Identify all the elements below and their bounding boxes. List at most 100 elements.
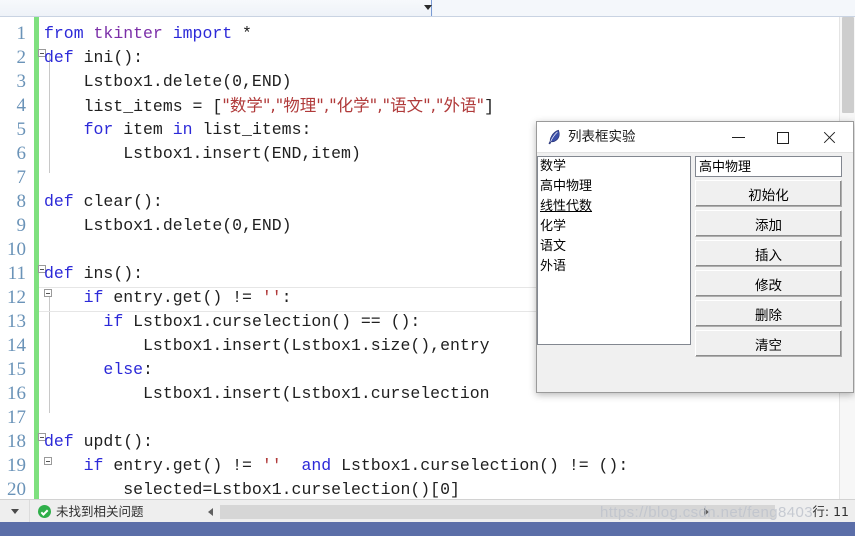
- code-line[interactable]: def clear():: [44, 190, 163, 214]
- maximize-button[interactable]: [761, 122, 806, 152]
- listbox-item[interactable]: 数学: [538, 157, 690, 177]
- navigation-dropdown-right[interactable]: [433, 0, 855, 16]
- tk-window-title: 列表框实验: [568, 129, 636, 145]
- listbox-item[interactable]: 化学: [538, 217, 690, 237]
- code-line[interactable]: if Lstbox1.curselection() == ():: [44, 310, 420, 334]
- code-token: :: [143, 360, 153, 379]
- listbox-item[interactable]: 语文: [538, 237, 690, 257]
- code-token: else: [103, 360, 144, 379]
- code-line[interactable]: list_items = ["数学","物理","化学","语文","外语"]: [44, 94, 494, 118]
- code-token: Lstbox1.insert(Lstbox1.curselection: [44, 384, 490, 403]
- tk-dialog-window[interactable]: 列表框实验 数学 高中物理 线性代数 化学 语文 外语 高中物理 初始化添加插入修改删除清…: [536, 121, 854, 393]
- code-token: if: [83, 456, 114, 475]
- navigation-dropdown-left[interactable]: [0, 0, 432, 16]
- tk-controls-panel: 高中物理 初始化添加插入修改删除清空: [695, 156, 842, 357]
- code-token: def: [44, 432, 84, 451]
- code-token: and: [301, 456, 342, 475]
- line-number: 5: [16, 119, 27, 140]
- status-bar: 未找到相关问题 行: 11: [0, 499, 855, 522]
- ide-window: 1 from tkinter import * 2 def ini(): 3 Lstbo…: [0, 0, 855, 536]
- code-token: item: [123, 120, 173, 139]
- code-token: '': [261, 456, 282, 475]
- line-number: 12: [7, 287, 26, 308]
- init-button[interactable]: 初始化: [695, 180, 842, 207]
- listbox-item[interactable]: 外语: [538, 257, 690, 277]
- clear-button[interactable]: 清空: [695, 330, 842, 357]
- subject-entry-input[interactable]: 高中物理: [695, 156, 842, 177]
- scroll-left-icon[interactable]: [208, 508, 213, 516]
- taskbar-strip: [0, 522, 855, 536]
- code-token: def: [44, 264, 84, 283]
- tk-dialog-body: 数学 高中物理 线性代数 化学 语文 外语 高中物理 初始化添加插入修改删除清空: [537, 153, 853, 392]
- status-dropdown-button[interactable]: [0, 500, 30, 522]
- line-number: 18: [7, 431, 26, 452]
- line-number: 15: [7, 359, 26, 380]
- code-line[interactable]: Lstbox1.insert(Lstbox1.size(),entry: [44, 334, 490, 358]
- code-token: Lstbox1.curselection() != ():: [341, 456, 629, 475]
- code-line[interactable]: Lstbox1.insert(Lstbox1.curselection: [44, 382, 490, 406]
- code-line[interactable]: Lstbox1.delete(0,END): [44, 70, 292, 94]
- code-line[interactable]: for item in list_items:: [44, 118, 312, 142]
- minimize-icon: [732, 137, 745, 138]
- editor-horizontal-scrollbar[interactable]: [140, 501, 775, 522]
- scrollbar-thumb[interactable]: [842, 17, 854, 113]
- chevron-down-icon[interactable]: [424, 5, 432, 10]
- maximize-icon: [777, 132, 789, 144]
- tk-title-bar[interactable]: 列表框实验: [537, 122, 853, 153]
- code-line[interactable]: def updt():: [44, 430, 153, 454]
- scrollbar-track[interactable]: [220, 505, 775, 519]
- minimize-button[interactable]: [716, 122, 761, 152]
- close-button[interactable]: [806, 122, 851, 152]
- update-button[interactable]: 修改: [695, 270, 842, 297]
- status-message: 未找到相关问题: [56, 504, 144, 519]
- insert-button[interactable]: 插入: [695, 240, 842, 267]
- code-token: ini():: [83, 48, 144, 67]
- code-line[interactable]: if entry.get() != '' and Lstbox1.cursele…: [44, 454, 629, 478]
- line-number: 2: [16, 47, 27, 68]
- code-token: '': [261, 288, 282, 307]
- code-line[interactable]: selected=Lstbox1.curselection()[0]: [44, 478, 460, 499]
- add-button[interactable]: 添加: [695, 210, 842, 237]
- code-line[interactable]: def ini():: [44, 46, 143, 70]
- delete-button[interactable]: 删除: [695, 300, 842, 327]
- editor-navigation-bar: [0, 0, 855, 17]
- code-line[interactable]: Lstbox1.delete(0,END): [44, 214, 292, 238]
- code-token: ]: [484, 97, 495, 116]
- chevron-down-icon: [11, 509, 19, 514]
- code-token: in: [172, 120, 203, 139]
- line-number: 13: [7, 311, 26, 332]
- code-token: import: [172, 24, 243, 43]
- listbox-item[interactable]: 线性代数: [538, 197, 690, 217]
- code-token: *: [242, 24, 252, 43]
- code-line[interactable]: def ins():: [44, 262, 143, 286]
- code-line[interactable]: from tkinter import *: [44, 22, 252, 46]
- code-token: tkinter: [93, 24, 173, 43]
- listbox-item[interactable]: 高中物理: [538, 177, 690, 197]
- subject-listbox[interactable]: 数学 高中物理 线性代数 化学 语文 外语: [537, 156, 691, 345]
- line-number: 6: [16, 143, 27, 164]
- code-token: updt():: [83, 432, 153, 451]
- code-line[interactable]: else:: [44, 358, 153, 382]
- scroll-right-icon[interactable]: [704, 508, 709, 516]
- button-label: 清空: [755, 337, 782, 354]
- line-number: 19: [7, 455, 26, 476]
- code-token: if: [103, 312, 134, 331]
- line-number: 9: [16, 215, 27, 236]
- code-line[interactable]: if entry.get() != '':: [44, 286, 292, 310]
- code-token: Lstbox1.delete(0,END): [44, 72, 292, 91]
- code-token: if: [83, 288, 114, 307]
- button-label: 添加: [755, 217, 782, 234]
- line-number: 3: [16, 71, 27, 92]
- line-number: 20: [7, 479, 26, 499]
- code-token: clear():: [83, 192, 163, 211]
- code-line[interactable]: Lstbox1.insert(END,item): [44, 142, 361, 166]
- code-token: list_items = [: [44, 97, 223, 116]
- line-number: 16: [7, 383, 26, 404]
- line-number: 17: [7, 407, 26, 428]
- line-number: 10: [7, 239, 26, 260]
